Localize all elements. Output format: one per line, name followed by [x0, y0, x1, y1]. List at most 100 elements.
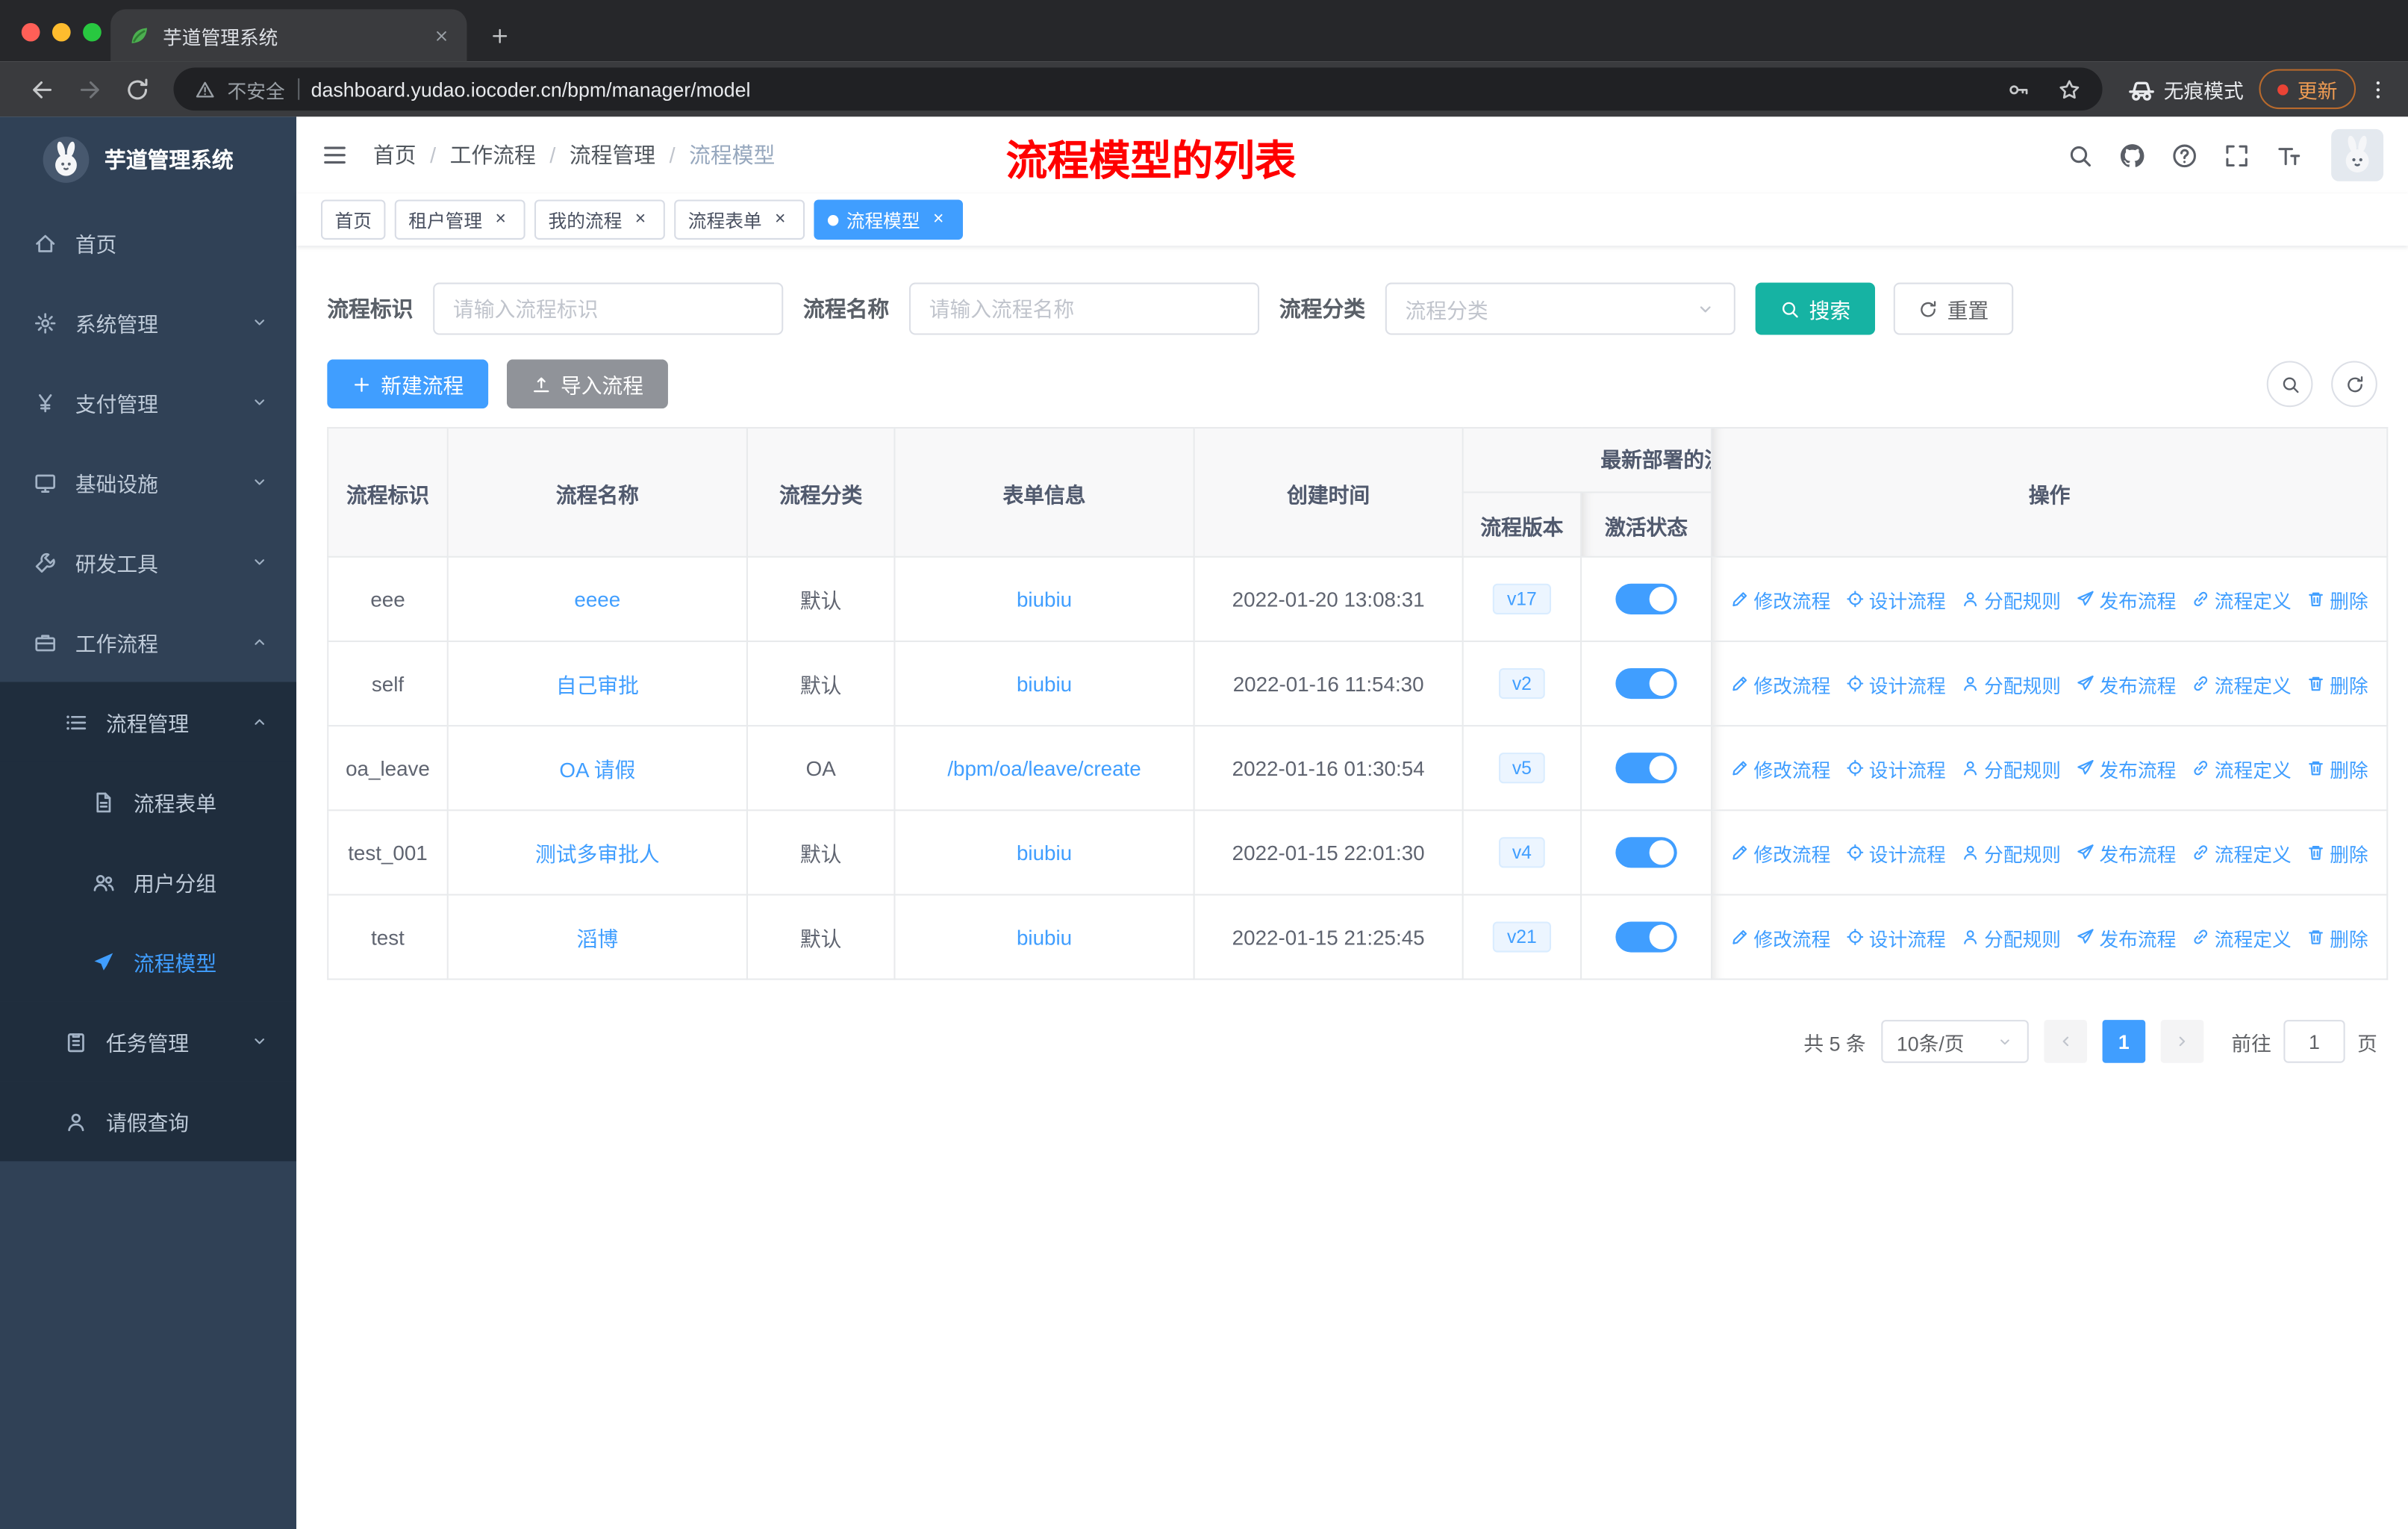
sidebar-logo[interactable]: 芋道管理系统: [0, 116, 296, 202]
action-assign-rule-link[interactable]: 分配规则: [1961, 753, 2061, 782]
tag-close-icon[interactable]: ×: [928, 208, 949, 231]
show-search-button[interactable]: [2266, 361, 2313, 408]
sidebar-item-payment[interactable]: 支付管理: [0, 363, 296, 443]
action-publish-link[interactable]: 发布流程: [2077, 585, 2176, 614]
process-name-link[interactable]: 自己审批: [556, 674, 639, 697]
action-delete-link[interactable]: 删除: [2306, 669, 2368, 698]
forward-button[interactable]: [77, 76, 103, 102]
form-link[interactable]: biubiu: [1017, 672, 1072, 695]
action-modify-link[interactable]: 修改流程: [1731, 585, 1830, 614]
form-link[interactable]: biubiu: [1017, 841, 1072, 864]
new-tab-button[interactable]: [490, 26, 510, 46]
action-design-link[interactable]: 设计流程: [1846, 753, 1946, 782]
action-assign-rule-link[interactable]: 分配规则: [1961, 838, 2061, 867]
action-definition-link[interactable]: 流程定义: [2192, 669, 2292, 698]
sidebar-item-workflow[interactable]: 工作流程: [0, 602, 296, 682]
fullscreen-icon[interactable]: [2224, 142, 2250, 168]
reload-button[interactable]: [125, 76, 151, 102]
action-design-link[interactable]: 设计流程: [1846, 922, 1946, 951]
address-bar[interactable]: 不安全 dashboard.yudao.iocoder.cn/bpm/manag…: [173, 67, 2103, 111]
sidebar-item-devtools[interactable]: 研发工具: [0, 523, 296, 602]
action-publish-link[interactable]: 发布流程: [2077, 838, 2176, 867]
view-tag-4[interactable]: 流程模型 ×: [814, 199, 964, 240]
action-definition-link[interactable]: 流程定义: [2192, 922, 2292, 951]
tab-close-icon[interactable]: [433, 27, 450, 44]
action-design-link[interactable]: 设计流程: [1846, 585, 1946, 614]
action-design-link[interactable]: 设计流程: [1846, 838, 1946, 867]
action-modify-link[interactable]: 修改流程: [1731, 838, 1830, 867]
view-tag-2[interactable]: 我的流程 ×: [534, 199, 665, 240]
action-definition-link[interactable]: 流程定义: [2192, 585, 2292, 614]
page-1-button[interactable]: 1: [2102, 1020, 2146, 1063]
action-assign-rule-link[interactable]: 分配规则: [1961, 669, 2061, 698]
process-key-input[interactable]: [433, 282, 784, 335]
window-minimize-button[interactable]: [52, 22, 71, 42]
sidebar-collapse-icon[interactable]: [321, 141, 349, 169]
process-name-input[interactable]: [908, 282, 1260, 335]
bookmark-star-icon[interactable]: [2058, 78, 2081, 101]
sidebar-item-process-form[interactable]: 流程表单: [0, 762, 297, 842]
next-page-button[interactable]: [2160, 1020, 2204, 1063]
process-category-select[interactable]: 流程分类: [1385, 282, 1735, 335]
form-link[interactable]: biubiu: [1017, 926, 1072, 949]
view-tag-0[interactable]: 首页: [320, 199, 386, 240]
form-link[interactable]: biubiu: [1017, 588, 1072, 611]
action-publish-link[interactable]: 发布流程: [2077, 753, 2176, 782]
password-manager-icon[interactable]: [2007, 78, 2030, 101]
action-design-link[interactable]: 设计流程: [1846, 669, 1946, 698]
action-modify-link[interactable]: 修改流程: [1731, 669, 1830, 698]
tag-close-icon[interactable]: ×: [630, 208, 652, 231]
action-delete-link[interactable]: 删除: [2306, 838, 2368, 867]
action-delete-link[interactable]: 删除: [2306, 753, 2368, 782]
active-toggle[interactable]: [1615, 753, 1677, 784]
tag-close-icon[interactable]: ×: [490, 208, 511, 231]
form-link[interactable]: /bpm/oa/leave/create: [947, 756, 1141, 779]
back-button[interactable]: [29, 76, 55, 102]
sidebar-item-system[interactable]: 系统管理: [0, 283, 296, 363]
action-delete-link[interactable]: 删除: [2306, 585, 2368, 614]
action-assign-rule-link[interactable]: 分配规则: [1961, 922, 2061, 951]
browser-update-button[interactable]: 更新: [2259, 69, 2356, 110]
active-toggle[interactable]: [1615, 837, 1677, 868]
process-name-link[interactable]: 滔博: [577, 928, 619, 951]
action-delete-link[interactable]: 删除: [2306, 922, 2368, 951]
action-publish-link[interactable]: 发布流程: [2077, 922, 2176, 951]
action-definition-link[interactable]: 流程定义: [2192, 838, 2292, 867]
view-tag-3[interactable]: 流程表单 ×: [674, 199, 805, 240]
refresh-table-button[interactable]: [2331, 361, 2377, 408]
browser-menu-icon[interactable]: [2366, 78, 2389, 101]
window-close-button[interactable]: [21, 22, 40, 42]
security-warning-icon[interactable]: [195, 79, 215, 99]
goto-page-input[interactable]: [2283, 1020, 2345, 1063]
sidebar-item-task-management[interactable]: 任务管理: [0, 1001, 297, 1082]
breadcrumb-item[interactable]: 流程管理: [570, 140, 655, 170]
process-name-field[interactable]: [929, 297, 1240, 320]
sidebar-item-user-group[interactable]: 用户分组: [0, 841, 297, 922]
user-avatar[interactable]: [2331, 128, 2384, 181]
process-key-field[interactable]: [452, 297, 764, 320]
tag-close-icon[interactable]: ×: [770, 208, 791, 231]
sidebar-item-process-model[interactable]: 流程模型: [0, 921, 297, 1002]
page-size-select[interactable]: 10条/页: [1881, 1020, 2029, 1063]
active-toggle[interactable]: [1615, 667, 1677, 700]
active-toggle[interactable]: [1615, 583, 1677, 614]
action-definition-link[interactable]: 流程定义: [2192, 753, 2292, 782]
reset-button[interactable]: 重置: [1893, 282, 2014, 335]
search-button[interactable]: 搜索: [1755, 282, 1876, 335]
search-icon[interactable]: [2067, 142, 2093, 168]
prev-page-button[interactable]: [2044, 1020, 2087, 1063]
action-modify-link[interactable]: 修改流程: [1731, 753, 1830, 782]
browser-tab[interactable]: 芋道管理系统: [110, 9, 467, 62]
process-name-link[interactable]: OA 请假: [559, 759, 635, 782]
create-process-button[interactable]: 新建流程: [327, 359, 489, 409]
process-name-link[interactable]: 测试多审批人: [535, 844, 660, 867]
active-toggle[interactable]: [1615, 921, 1677, 953]
question-icon[interactable]: [2171, 142, 2198, 168]
sidebar-item-leave-query[interactable]: 请假查询: [0, 1081, 297, 1162]
process-name-link[interactable]: eeee: [574, 588, 620, 611]
sidebar-item-process-management[interactable]: 流程管理: [0, 682, 297, 762]
action-assign-rule-link[interactable]: 分配规则: [1961, 585, 2061, 614]
breadcrumb-item[interactable]: 工作流程: [450, 140, 536, 170]
breadcrumb-item[interactable]: 首页: [373, 140, 417, 170]
font-size-icon[interactable]: [2276, 142, 2302, 168]
